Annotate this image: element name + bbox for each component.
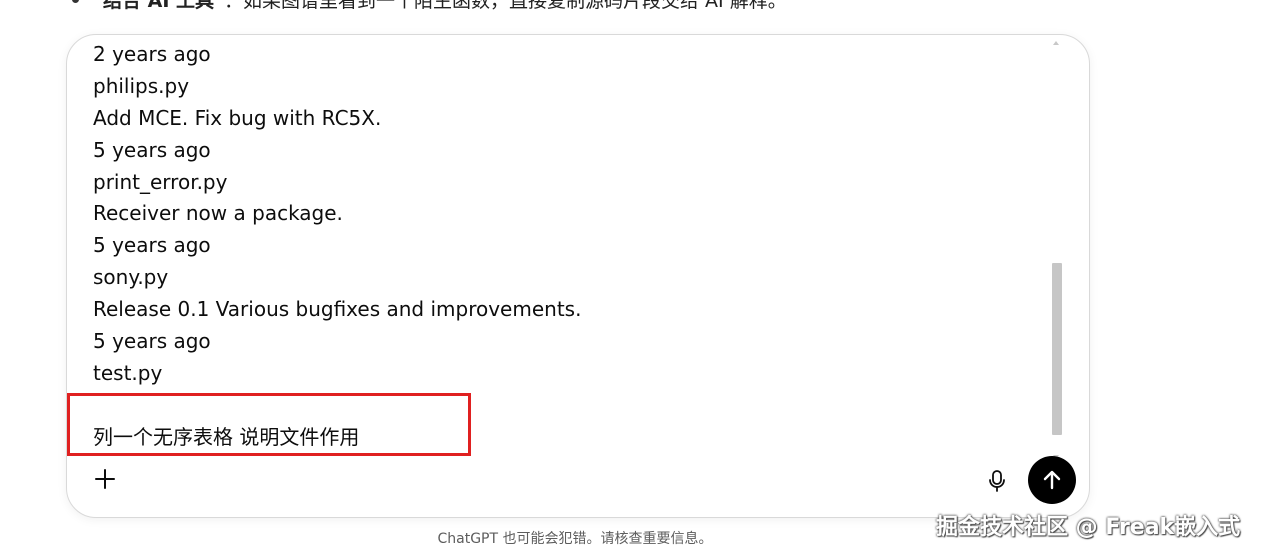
top-bullet-line: 结合 AI 工具 ：如果图谱里看到一个陌生函数，直接复制源码片段交给 AI 解释… (72, 0, 787, 12)
add-attachment-button[interactable] (91, 465, 119, 493)
send-button[interactable] (1028, 456, 1076, 504)
prompt-line: Receiver now a package. (93, 201, 343, 226)
prompt-line: Release 0.1 Various bugfixes and improve… (93, 297, 582, 322)
prompt-line: Add MCE. Fix bug with RC5X. (93, 105, 382, 130)
prompt-line: 2 years ago (93, 42, 211, 66)
prompt-line: 5 years ago (93, 233, 211, 258)
prompt-line-blank (93, 390, 1043, 422)
top-bullet-bold: 结合 AI 工具 (103, 0, 215, 12)
scrollbar-thumb[interactable] (1052, 263, 1062, 435)
prompt-line: test.py (93, 360, 163, 385)
bullet-dot (72, 0, 79, 3)
microphone-icon (989, 470, 1005, 492)
page: 结合 AI 工具 ：如果图谱里看到一个陌生函数，直接复制源码片段交给 AI 解释… (0, 0, 1280, 556)
prompt-line: 5 years ago (93, 137, 211, 162)
prompt-line: sony.py (93, 265, 169, 290)
prompt-textarea[interactable]: 2 years ago philips.py Add MCE. Fix bug … (93, 39, 1043, 455)
scrollbar[interactable] (1050, 39, 1062, 459)
top-bullet-text: ：如果图谱里看到一个陌生函数，直接复制源码片段交给 AI 解释。 (224, 0, 787, 12)
plus-icon (95, 469, 115, 489)
scroll-up-arrow-icon[interactable] (1053, 41, 1059, 45)
prompt-line: 5 years ago (93, 329, 211, 354)
prompt-line-instruction: 列一个无序表格 说明文件作用 (93, 424, 360, 449)
arrow-up-icon (1043, 470, 1061, 490)
voice-input-button[interactable] (981, 465, 1013, 497)
prompt-line: print_error.py (93, 169, 228, 194)
message-composer[interactable]: 2 years ago philips.py Add MCE. Fix bug … (66, 34, 1090, 518)
watermark: 掘金技术社区 @ Freak嵌入式 (936, 515, 1241, 540)
prompt-line: philips.py (93, 73, 190, 98)
